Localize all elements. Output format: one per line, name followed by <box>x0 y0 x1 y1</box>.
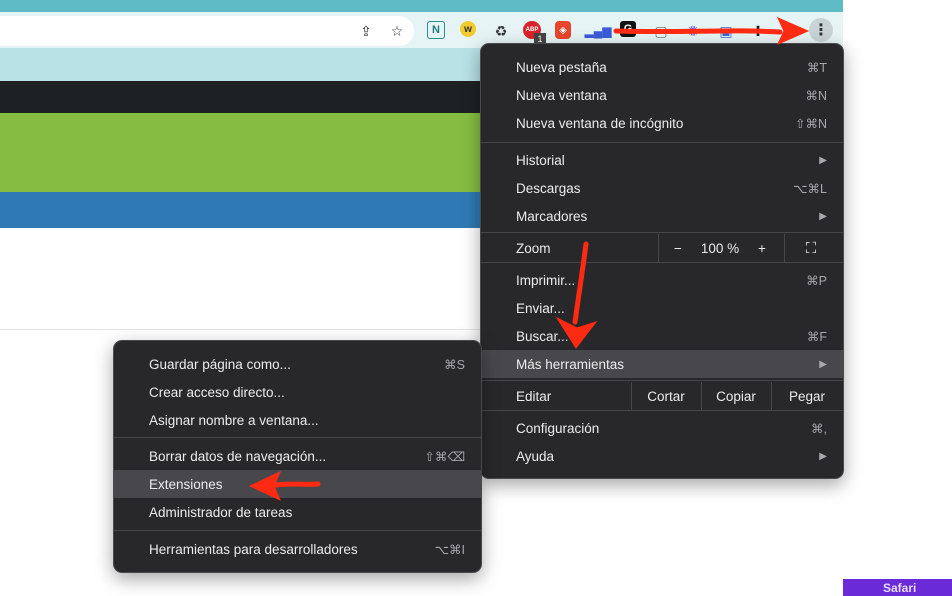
safari-watermark: Safari <box>843 579 952 596</box>
arrow-to-more-tools <box>555 241 598 349</box>
arrow-to-extensions <box>248 470 321 502</box>
annotation-arrows <box>248 17 810 502</box>
safari-label: Safari <box>883 580 917 595</box>
arrow-to-menu-button <box>613 17 810 45</box>
